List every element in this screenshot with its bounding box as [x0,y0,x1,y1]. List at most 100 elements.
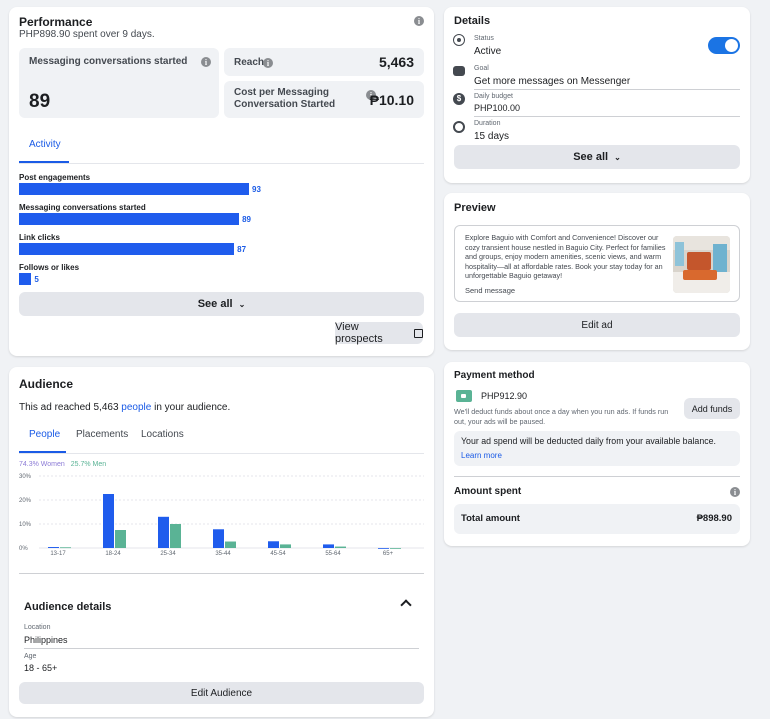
chart-bar-men [60,547,71,549]
info-icon[interactable]: i [263,58,273,68]
ad-preview-box[interactable]: Explore Baguio with Comfort and Convenie… [454,225,740,302]
clock-icon [453,121,465,133]
performance-title: Performance [19,15,93,29]
gender-legend: 74.3% Women 25.7% Men [19,461,106,468]
learn-more-link[interactable]: Learn more [461,451,502,460]
ad-thumbnail-image [673,236,730,293]
reach-metric-box: Reach i 5,463 [224,48,424,76]
activity-bar [19,273,32,285]
age-label: Age [24,653,37,660]
tab-placements[interactable]: Placements [76,429,128,440]
edit-audience-label: Edit Audience [190,687,253,699]
tab-activity[interactable]: Activity [29,139,61,150]
payment-divider [454,476,740,477]
activity-bar-value: 93 [252,185,261,194]
chart-ytick-label: 0% [19,546,28,552]
see-all-button[interactable]: See all ⌄ [19,292,424,316]
budget-label: Daily budget [474,93,513,100]
location-label: Location [24,624,51,631]
see-all-label: See all [573,151,609,163]
edit-ad-button[interactable]: Edit ad [454,313,740,337]
details-title: Details [454,15,491,27]
details-see-all-button[interactable]: See all ⌄ [454,145,740,169]
location-value: Philippines [24,635,68,645]
details-card: Details Status Active Goal Get more mess… [444,7,750,183]
activity-bar [19,183,249,195]
cost-metric-box: Cost per Messaging Conversation Started … [224,81,424,118]
activity-bar-label: Link clicks [19,233,60,242]
chart-bar-men [115,530,126,548]
activity-bar-label: Post engagements [19,173,91,182]
edit-audience-button[interactable]: Edit Audience [19,682,424,704]
chart-bar-women [213,529,224,548]
chart-xtick-label: 13-17 [50,551,66,557]
cost-metric-value: ₱10.10 [369,92,414,108]
people-link[interactable]: people [121,402,151,413]
activity-bar-value: 5 [34,275,39,284]
chat-icon [453,66,465,76]
info-icon[interactable]: i [730,487,740,497]
status-label: Status [474,35,494,42]
goal-underline [474,89,740,90]
chevron-up-icon[interactable] [400,599,412,611]
age-value: 18 - 65+ [24,663,58,673]
chart-bar-women [378,548,389,549]
activity-bar-value: 87 [237,245,247,254]
chart-xtick-label: 65+ [383,551,394,557]
see-all-label: See all [197,298,233,310]
external-link-icon [414,328,423,338]
chart-bar-women [323,544,334,548]
budget-underline [474,116,740,117]
add-funds-button[interactable]: Add funds [684,398,740,419]
chart-xtick-label: 55-64 [325,551,341,557]
chart-xtick-label: 25-34 [160,551,176,557]
tab-people[interactable]: People [29,429,60,440]
tab-divider [19,163,424,164]
payment-card: Payment method PHP912.90 We'll deduct fu… [444,362,750,546]
chart-bar-women [158,516,169,548]
budget-value: PHP100.00 [474,103,521,113]
messaging-metric-box: Messaging conversations started i 89 [19,48,219,118]
chart-xtick-label: 18-24 [105,551,121,557]
activity-bar [19,213,240,225]
preview-card: Preview Explore Baguio with Comfort and … [444,193,750,350]
activity-bar-label: Messaging conversations started [19,203,146,212]
chart-bar-women [268,541,279,548]
add-funds-label: Add funds [691,403,733,414]
status-value: Active [474,46,502,57]
tab-locations[interactable]: Locations [141,429,184,440]
performance-card: Performance i PHP898.90 spent over 9 day… [9,7,434,356]
goal-label: Goal [474,65,489,72]
payment-title: Payment method [454,370,535,381]
payment-balance: PHP912.90 [481,391,528,401]
toggle-knob [725,39,738,52]
view-prospects-button[interactable]: View prospects [335,321,423,345]
preview-title: Preview [454,202,496,214]
chart-divider [19,573,424,574]
location-underline [24,648,419,649]
info-icon[interactable]: i [201,57,211,67]
chart-xtick-label: 35-44 [215,551,231,557]
chart-bar-men [225,541,236,548]
chart-bar-men [170,524,181,548]
activity-bar-value: 89 [242,215,251,224]
chart-ytick-label: 30% [19,474,32,480]
chart-bar-women [48,547,59,548]
chart-bar-women [103,494,114,548]
daily-deduction-note: Your ad spend will be deducted daily fro… [461,436,716,446]
reach-metric-label: Reach [234,57,265,68]
reach-metric-value: 5,463 [378,54,414,70]
reached-prefix: This ad reached 5,463 [19,402,122,413]
audience-card: Audience This ad reached 5,463 people in… [9,367,434,717]
info-icon[interactable]: i [414,16,424,26]
duration-value: 15 days [474,131,510,142]
total-amount-box: Total amount ₱898.90 [454,504,740,534]
view-prospects-label: View prospects [335,321,383,345]
duration-label: Duration [474,120,501,127]
ad-preview-text: Explore Baguio with Comfort and Convenie… [465,233,666,281]
status-toggle[interactable] [708,37,740,54]
audience-reached-text: This ad reached 5,463 people in your aud… [19,402,230,413]
send-message-link[interactable]: Send message [465,286,515,295]
cost-metric-label: Cost per Messaging Conversation Started [234,87,336,110]
audience-title: Audience [19,377,74,391]
